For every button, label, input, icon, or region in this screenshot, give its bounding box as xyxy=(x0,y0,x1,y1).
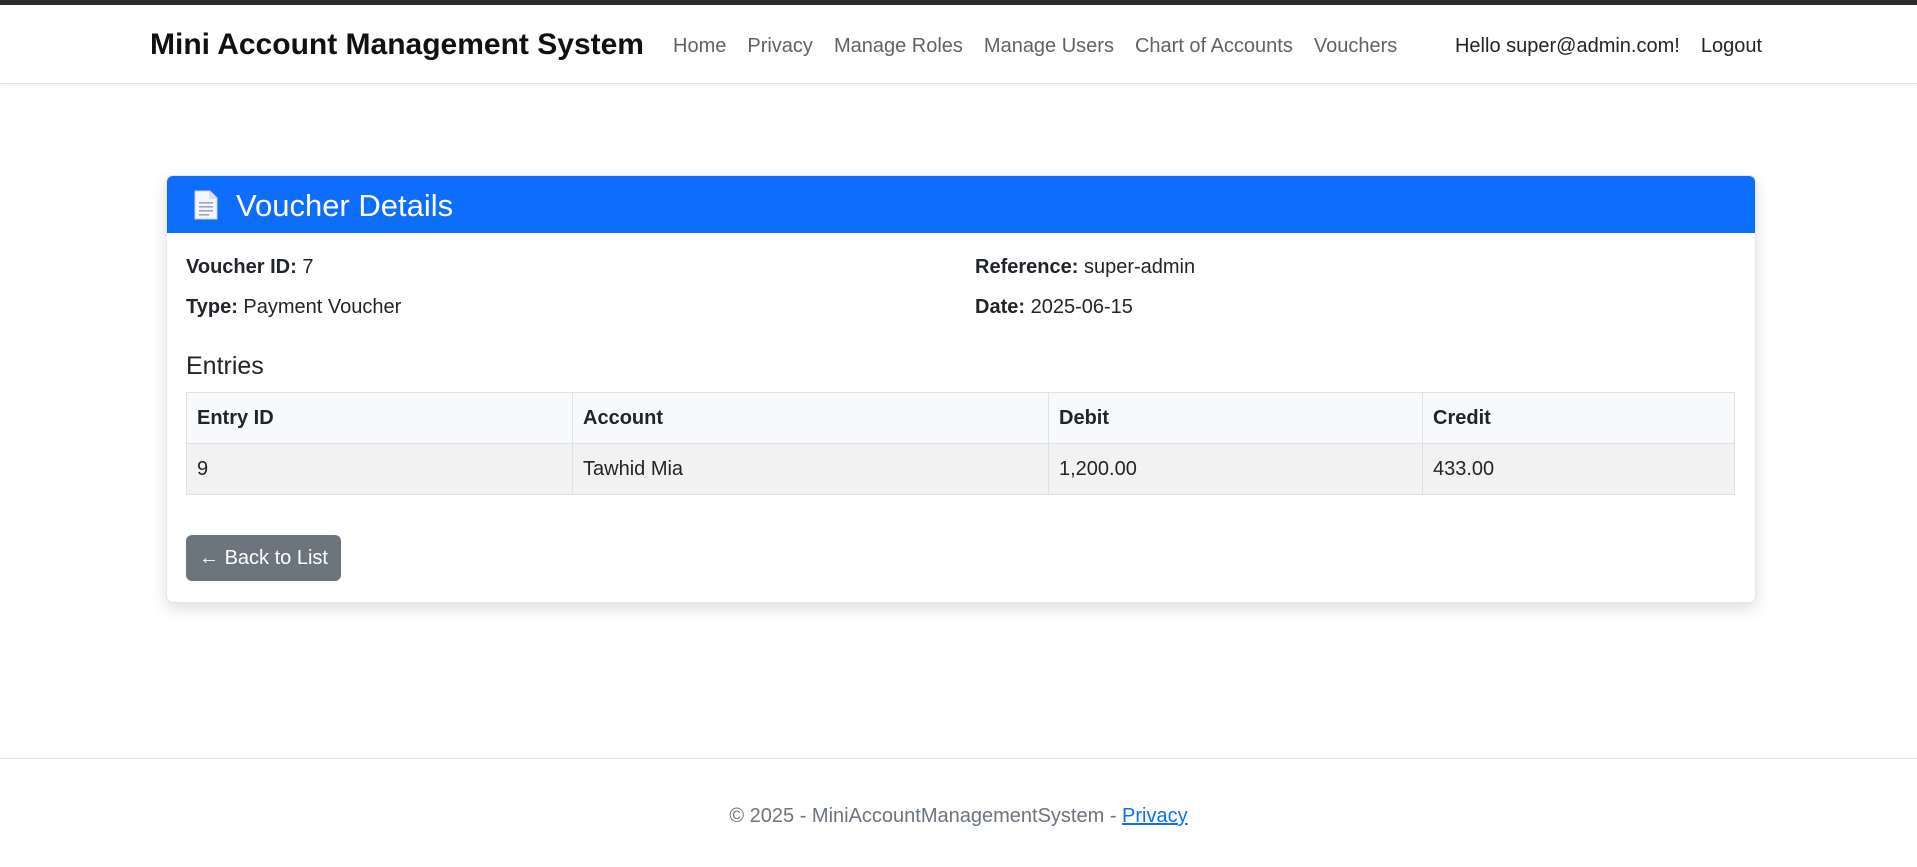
logout-button[interactable]: Logout xyxy=(1701,35,1762,58)
navbar: Mini Account Management System Home Priv… xyxy=(0,5,1917,84)
date-field: Date: 2025-06-15 xyxy=(975,296,1133,319)
date-value: 2025-06-15 xyxy=(1030,296,1133,318)
type-label: Type: xyxy=(186,296,238,318)
nav-privacy-link[interactable]: Privacy xyxy=(747,35,813,58)
entries-table: Entry ID Account Debit Credit 9 Tawhid M… xyxy=(186,392,1735,495)
entry-id-cell: 9 xyxy=(186,443,573,495)
date-label: Date: xyxy=(975,296,1026,318)
type-field: Type: Payment Voucher xyxy=(186,296,401,319)
user-greeting-link[interactable]: Hello super@admin.com! xyxy=(1455,35,1680,58)
account-cell: Tawhid Mia xyxy=(572,443,1049,495)
entries-heading: Entries xyxy=(186,352,264,380)
footer-privacy-link[interactable]: Privacy xyxy=(1122,805,1188,827)
nav-manage-roles-link[interactable]: Manage Roles xyxy=(834,35,963,58)
page-title: Voucher Details xyxy=(236,188,454,223)
brand-title[interactable]: Mini Account Management System xyxy=(150,28,644,62)
nav-vouchers-link[interactable]: Vouchers xyxy=(1314,35,1397,58)
nav-manage-users-link[interactable]: Manage Users xyxy=(984,35,1114,58)
table-header-row: Entry ID Account Debit Credit xyxy=(186,392,1735,444)
column-header-credit: Credit xyxy=(1422,392,1735,444)
nav-links: Home Privacy Manage Roles Manage Users C… xyxy=(673,35,1418,58)
card-header: Voucher Details xyxy=(167,176,1755,233)
reference-value: super-admin xyxy=(1083,256,1196,278)
column-header-account: Account xyxy=(572,392,1049,444)
type-value: Payment Voucher xyxy=(243,296,402,318)
voucher-id-value: 7 xyxy=(302,256,314,278)
voucher-details-card: Voucher Details Voucher ID: 7 Type: Paym… xyxy=(166,175,1756,603)
back-to-list-button[interactable]: ← Back to List xyxy=(186,535,341,581)
nav-home-link[interactable]: Home xyxy=(673,35,726,58)
document-icon xyxy=(194,190,218,220)
voucher-id-label: Voucher ID: xyxy=(186,256,297,278)
nav-chart-of-accounts-link[interactable]: Chart of Accounts xyxy=(1135,35,1293,58)
user-nav: Hello super@admin.com! Logout xyxy=(1455,35,1762,58)
footer: © 2025 - MiniAccountManagementSystem - P… xyxy=(0,758,1917,867)
reference-field: Reference: super-admin xyxy=(975,256,1195,279)
voucher-id-field: Voucher ID: 7 xyxy=(186,256,313,279)
reference-label: Reference: xyxy=(975,256,1079,278)
table-row: 9 Tawhid Mia 1,200.00 433.00 xyxy=(186,443,1735,495)
column-header-entry-id: Entry ID xyxy=(186,392,573,444)
debit-cell: 1,200.00 xyxy=(1048,443,1423,495)
copyright-text: © 2025 - MiniAccountManagementSystem - xyxy=(729,805,1123,827)
footer-text: © 2025 - MiniAccountManagementSystem - P… xyxy=(0,805,1917,828)
credit-cell: 433.00 xyxy=(1422,443,1735,495)
column-header-debit: Debit xyxy=(1048,392,1423,444)
